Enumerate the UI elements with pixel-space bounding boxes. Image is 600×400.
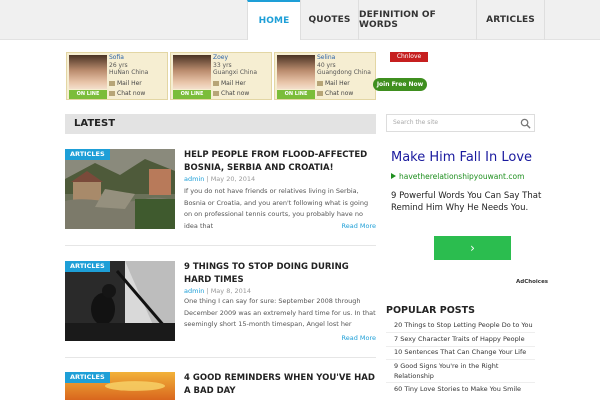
post-author-link[interactable]: admin [184, 287, 204, 295]
post-item: ARTICLES HELP PEOPLE FROM FLOOD-AFFECTED… [65, 149, 376, 231]
post-author-link[interactable]: admin [184, 175, 204, 183]
popular-divider [386, 332, 535, 333]
mail-icon [213, 81, 219, 86]
popular-divider [386, 382, 535, 383]
chat-icon [317, 91, 323, 96]
profile-age: 26 yrs [109, 62, 128, 69]
profile-age: 40 yrs [317, 62, 336, 69]
read-more-link[interactable]: Read More [341, 222, 376, 230]
online-badge: ON LINE [69, 90, 107, 99]
mail-icon [317, 81, 323, 86]
top-navigation: HOME QUOTES DEFINITION OF WORDS ARTICLES [0, 0, 600, 40]
post-item: ARTICLES 4 GOOD REMINDERS WHEN YOU'VE HA… [65, 372, 376, 400]
mail-her-link[interactable]: Mail Her [213, 80, 246, 87]
chat-now-link[interactable]: Chat now [213, 90, 249, 97]
profile-photo[interactable] [277, 55, 315, 89]
post-date: May 20, 2014 [210, 175, 256, 183]
profile-location: Guangdong China [317, 69, 371, 76]
search-icon[interactable] [520, 118, 531, 129]
chat-now-link[interactable]: Chat now [109, 90, 145, 97]
post-divider [65, 357, 376, 358]
ad-play-icon [391, 173, 396, 179]
ad-headline[interactable]: Make Him Fall In Love [391, 150, 532, 165]
popular-post-link[interactable]: 10 Sentences That Can Change Your Life [394, 348, 540, 358]
profile-name[interactable]: Selina [317, 54, 335, 61]
post-divider [65, 245, 376, 246]
post-title[interactable]: HELP PEOPLE FROM FLOOD-AFFECTED BOSNIA, … [184, 149, 376, 174]
nav-item-articles[interactable]: ARTICLES [476, 0, 545, 40]
post-thumbnail-flood[interactable] [65, 149, 175, 229]
profile-age: 33 yrs [213, 62, 232, 69]
online-badge: ON LINE [173, 90, 211, 99]
popular-posts-heading: POPULAR POSTS [386, 305, 475, 316]
profile-card[interactable]: ON LINE Selina 40 yrs Guangdong China Ma… [274, 52, 376, 100]
profile-location: Guangxi China [213, 69, 258, 76]
nav-item-definition-of-words[interactable]: DEFINITION OF WORDS [358, 0, 476, 40]
profile-card[interactable]: ON LINE Sofia 26 yrs HuNan China Mail He… [66, 52, 168, 100]
profile-photo[interactable] [173, 55, 211, 89]
latest-heading: LATEST [65, 114, 376, 134]
chat-icon [109, 91, 115, 96]
popular-post-link[interactable]: 20 Things to Stop Letting People Do to Y… [394, 321, 540, 331]
popular-post-link[interactable]: 7 Sexy Character Traits of Happy People [394, 335, 540, 345]
post-meta: admin | May 8, 2014 [184, 287, 252, 295]
popular-post-link[interactable]: 9 Good Signs You're in the Right Relatio… [394, 362, 540, 381]
post-date: May 8, 2014 [210, 287, 252, 295]
post-title[interactable]: 4 GOOD REMINDERS WHEN YOU'VE HAD A BAD D… [184, 372, 376, 397]
ad-description[interactable]: 9 Powerful Words You Can Say That Remind… [391, 190, 551, 214]
search-input[interactable]: Search the site [386, 114, 535, 132]
category-badge[interactable]: ARTICLES [65, 372, 110, 383]
join-free-button[interactable]: Join Free Now [373, 78, 427, 91]
profile-name[interactable]: Zoey [213, 54, 228, 61]
category-badge[interactable]: ARTICLES [65, 149, 110, 160]
search-placeholder: Search the site [393, 119, 439, 126]
nav-item-quotes[interactable]: QUOTES [300, 0, 358, 40]
post-thumbnail-hard-times[interactable] [65, 261, 175, 341]
profile-photo[interactable] [69, 55, 107, 89]
ad-arrow-button[interactable]: › [434, 236, 511, 260]
popular-divider [386, 359, 535, 360]
popular-divider [386, 346, 535, 347]
dating-banner-ad[interactable]: ON LINE Sofia 26 yrs HuNan China Mail He… [66, 52, 376, 100]
chnlove-logo[interactable]: Chnlove [390, 52, 428, 62]
read-more-link[interactable]: Read More [341, 334, 376, 342]
nav-item-home[interactable]: HOME [247, 0, 300, 40]
chat-now-link[interactable]: Chat now [317, 90, 353, 97]
post-item: ARTICLES 9 THINGS TO STOP DOING DURING H… [65, 261, 376, 343]
post-meta: admin | May 20, 2014 [184, 175, 256, 183]
post-title[interactable]: 9 THINGS TO STOP DOING DURING HARD TIMES [184, 261, 376, 286]
mail-her-link[interactable]: Mail Her [317, 80, 350, 87]
profile-card[interactable]: ON LINE Zoey 33 yrs Guangxi China Mail H… [170, 52, 272, 100]
ad-url[interactable]: havetherelationshipyouwant.com [391, 172, 524, 181]
online-badge: ON LINE [277, 90, 315, 99]
adchoices-label[interactable]: AdChoices [516, 279, 548, 285]
category-badge[interactable]: ARTICLES [65, 261, 110, 272]
chat-icon [213, 91, 219, 96]
post-excerpt: One thing I can say for sure: September … [184, 297, 376, 328]
profile-location: HuNan China [109, 69, 149, 76]
mail-icon [109, 81, 115, 86]
mail-her-link[interactable]: Mail Her [109, 80, 142, 87]
profile-name[interactable]: Sofia [109, 54, 124, 61]
popular-post-link[interactable]: 60 Tiny Love Stories to Make You Smile [394, 385, 540, 395]
